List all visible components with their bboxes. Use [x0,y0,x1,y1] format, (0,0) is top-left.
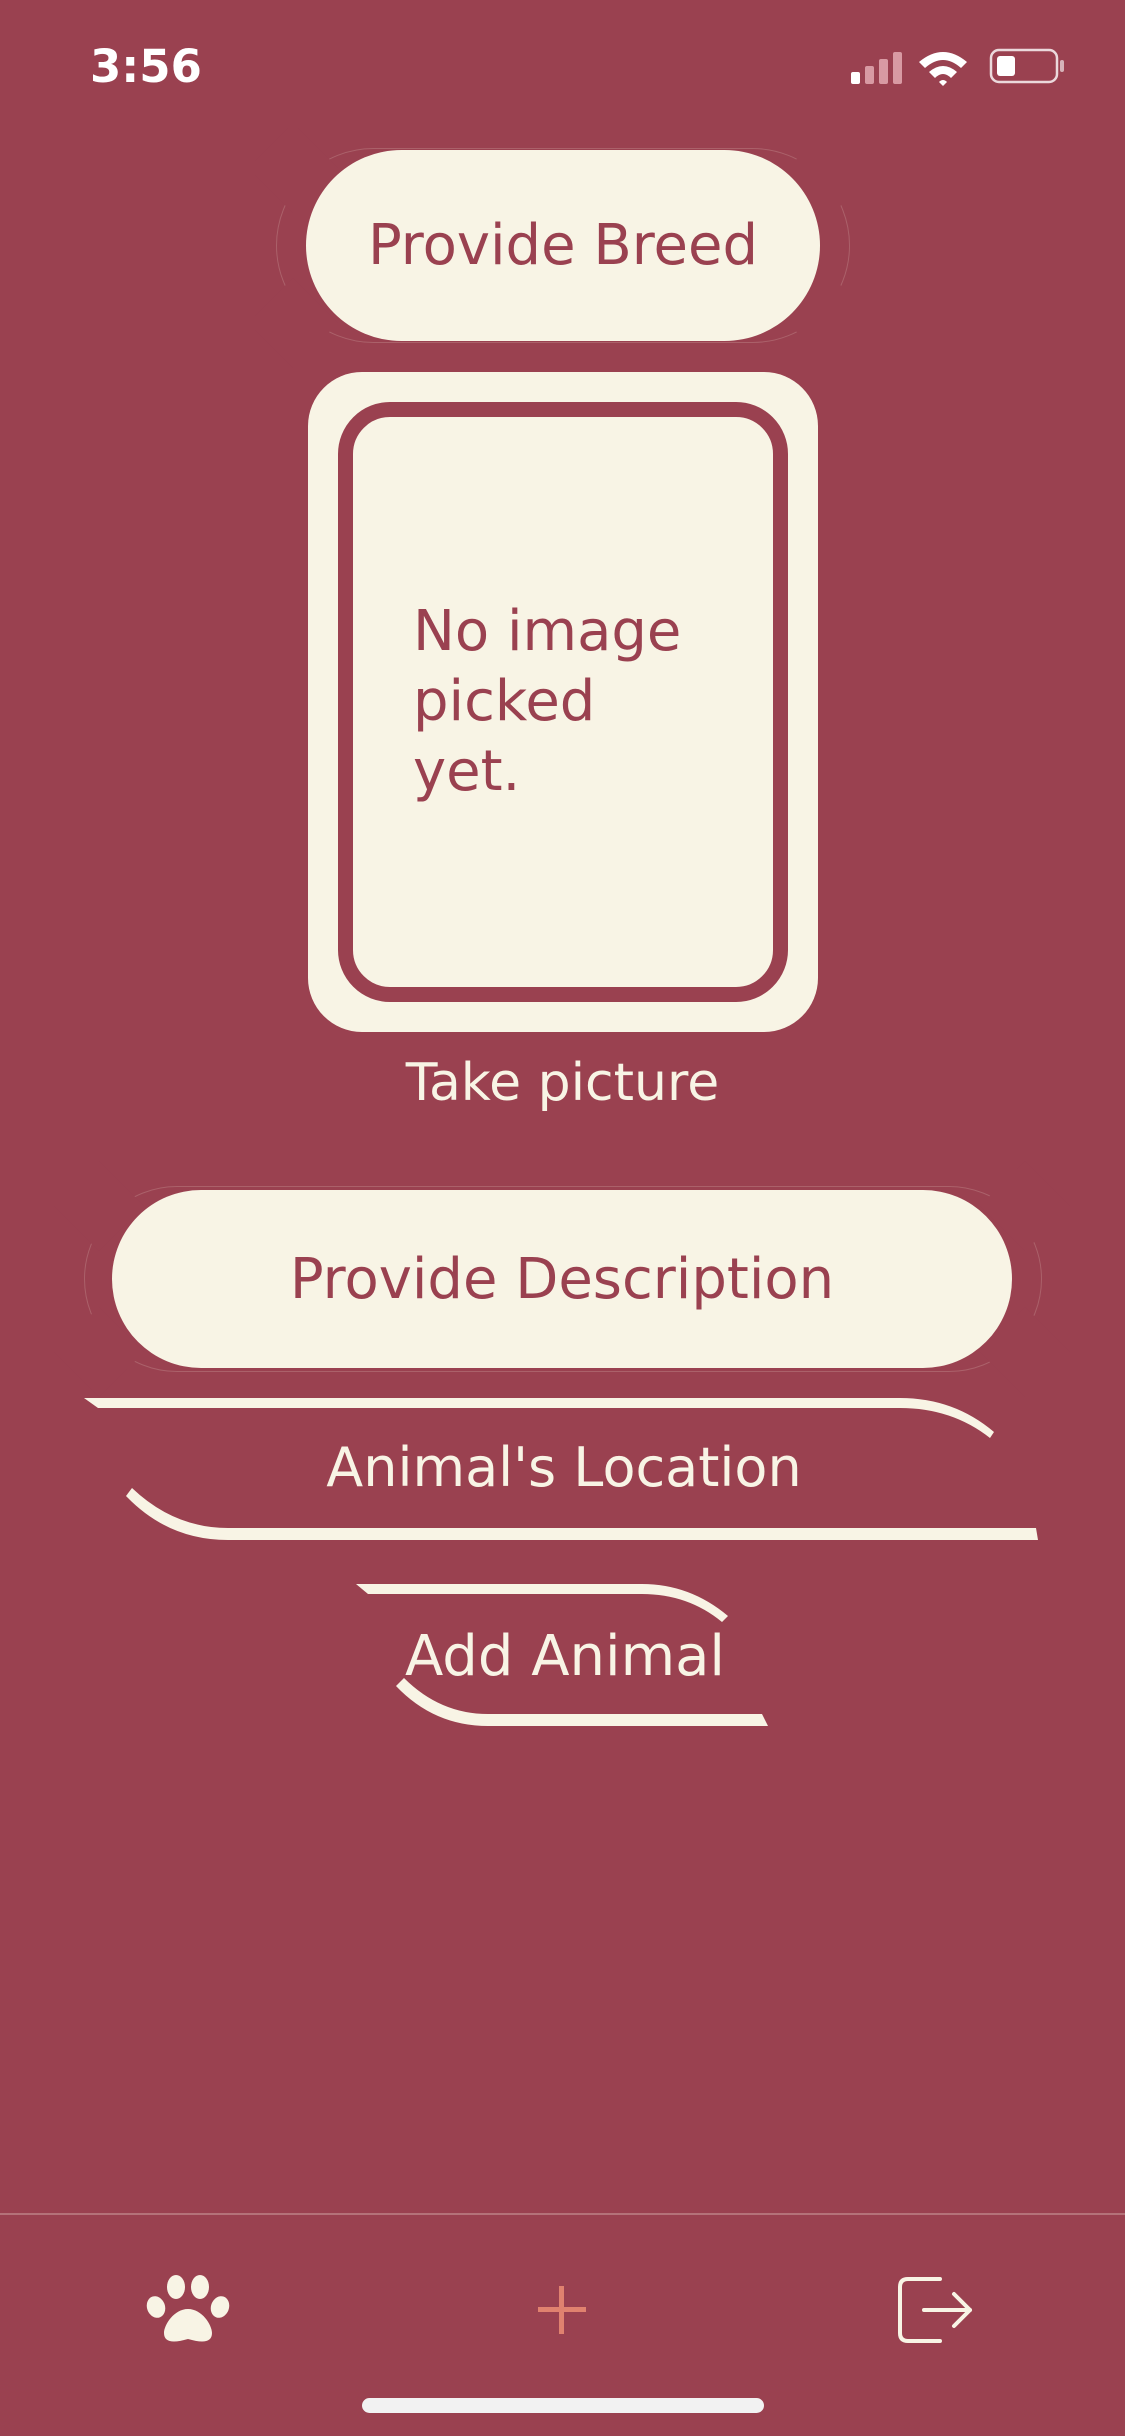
pill-notch [53,1160,145,1252]
no-image-text: No image picked yet. [413,599,682,804]
pill-notch [979,1160,1071,1252]
wifi-icon [919,52,967,86]
battery-icon [989,48,1064,84]
pill-notch [787,122,879,214]
status-time: 3:56 [90,40,202,93]
tab-bar-divider [0,2213,1125,2215]
status-icons [851,46,1081,92]
provide-description-label: Provide Description [289,1246,835,1312]
cellular-signal-icon [851,52,902,84]
image-preview[interactable]: No image picked yet. [308,372,818,1032]
animals-location-button[interactable]: Animal's Location [84,1396,1044,1542]
provide-description-button[interactable]: Provide Description [53,1160,1071,1398]
pill-notch [247,277,339,369]
add-animal-screen: 3:56 Provide Breed No image picked yet. … [0,0,1125,2436]
animals-location-label: Animal's Location [326,1436,802,1499]
add-animal-label: Add Animal [404,1624,725,1689]
pill-notch [787,277,879,369]
pill-notch [53,1306,145,1398]
provide-breed-button[interactable]: Provide Breed [247,122,879,369]
home-indicator[interactable] [362,2398,764,2413]
image-preview-inner: No image picked yet. [338,402,788,1002]
pill-notch [979,1306,1071,1398]
tab-logout[interactable] [876,2250,996,2370]
add-animal-button[interactable]: Add Animal [350,1582,780,1730]
paw-icon [146,2275,230,2342]
logout-icon [898,2277,972,2343]
pill-notch [247,122,339,214]
tab-add[interactable] [502,2250,622,2370]
take-picture-button[interactable]: Take picture [0,1053,1125,1113]
tab-animals[interactable] [128,2250,248,2370]
plus-icon [538,2286,586,2334]
provide-breed-label: Provide Breed [367,213,758,278]
